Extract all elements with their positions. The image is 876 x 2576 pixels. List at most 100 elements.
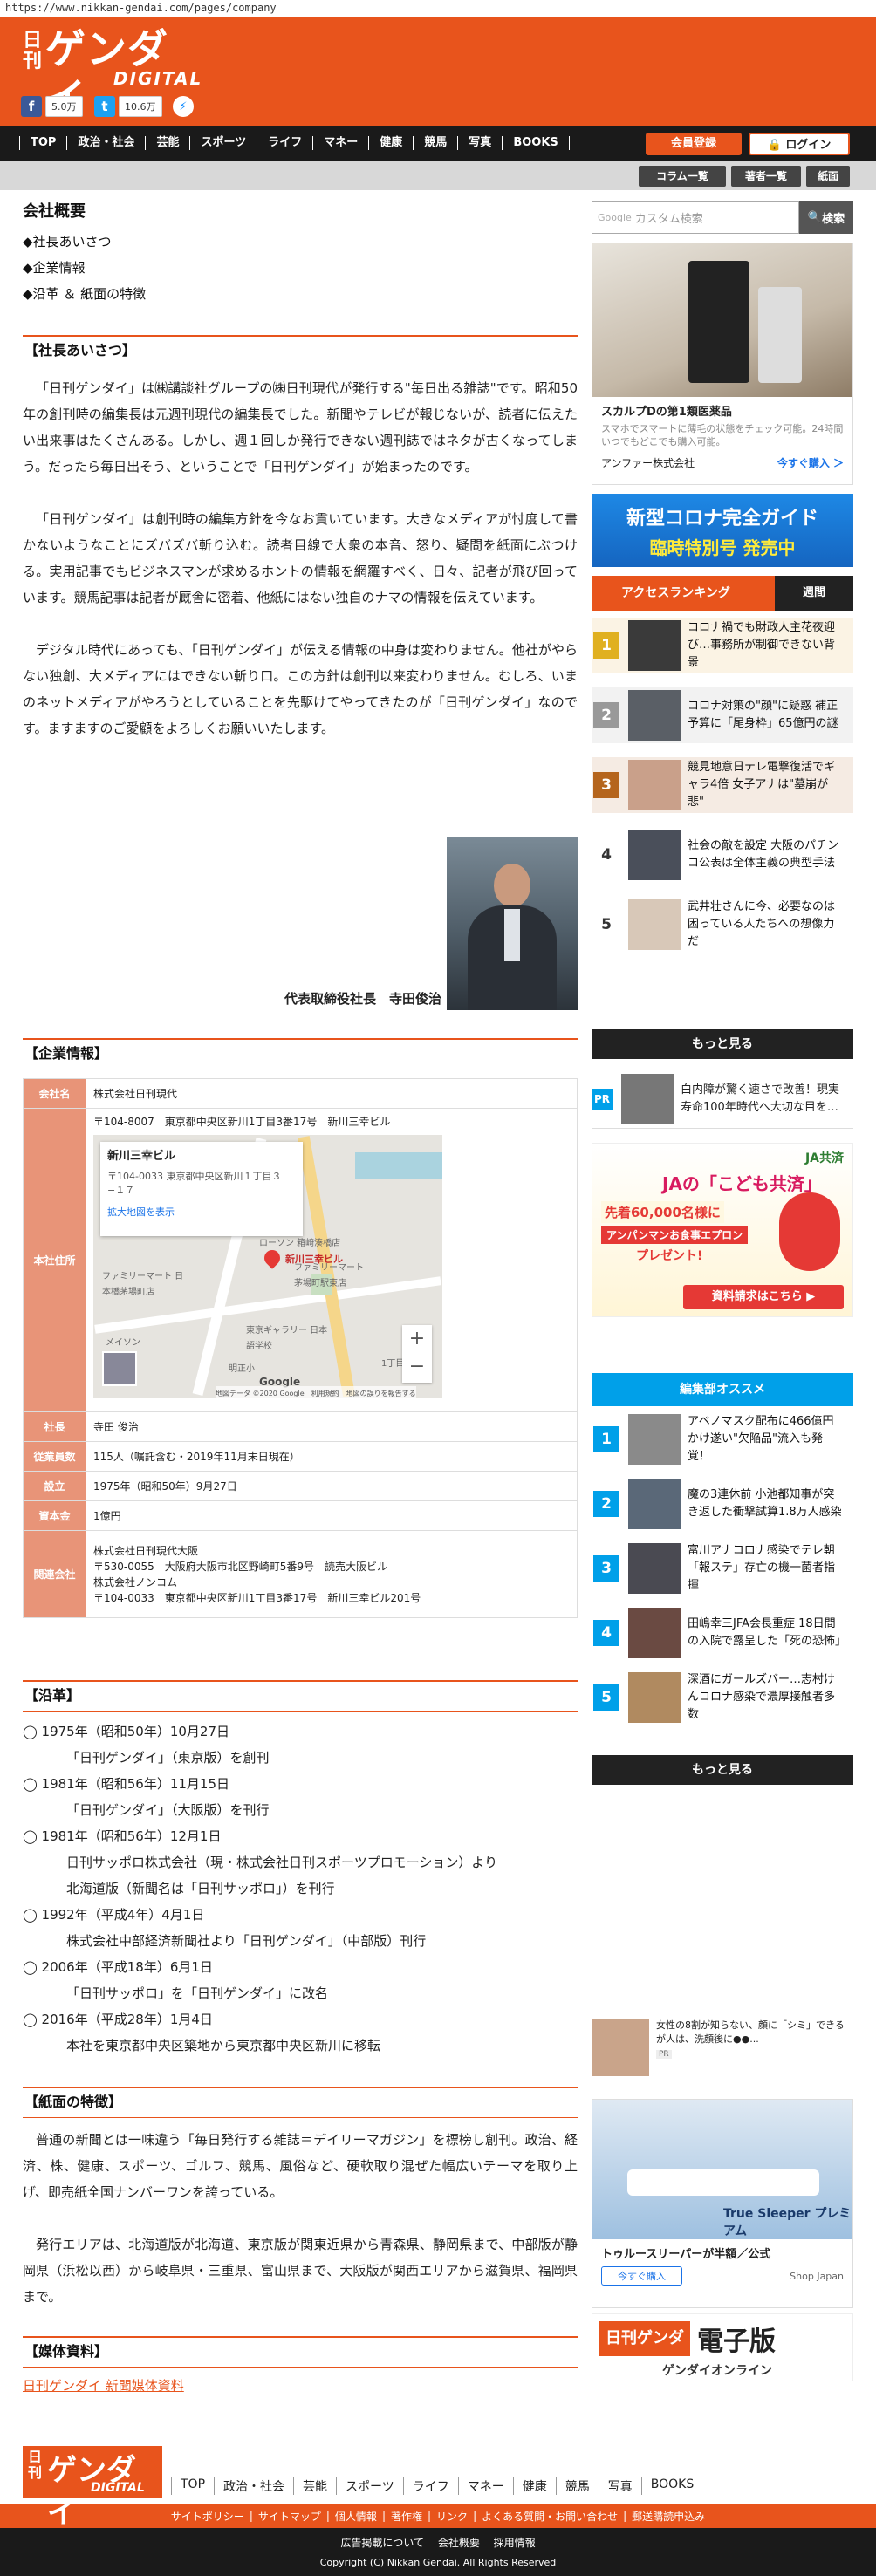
map-enlarge-link[interactable]: 拡大地図を表示 <box>107 1205 296 1220</box>
map-card-title: 新川三幸ビル <box>107 1150 176 1163</box>
anchor-company[interactable]: ◆企業情報 <box>23 255 578 281</box>
row-label: 設立 <box>23 1471 86 1501</box>
address-cell: 〒104-8007 東京都中央区新川1丁目3番17号 新川三幸ビル 新川三幸ビル… <box>86 1108 578 1412</box>
site-logo[interactable]: 日刊 ゲンダイ DIGITAL <box>23 24 201 121</box>
pr-item[interactable]: PR 白内障が驚く速さで改善！現実寿命100年時代へ大切な目を… <box>592 1069 853 1129</box>
footer-nav-item[interactable]: ライフ <box>402 2477 458 2495</box>
google-map[interactable]: 新川三幸ビル 〒104-0033 東京都中央区新川１丁目３−１７ 拡大地図を表示… <box>93 1135 442 1398</box>
ranking-thumbnail <box>628 690 681 741</box>
map-card-address: 〒104-0033 東京都中央区新川１丁目３−１７ <box>107 1171 282 1196</box>
footer-nav-item[interactable]: 写真 <box>598 2477 641 2495</box>
president-photo <box>447 837 578 1010</box>
greeting-heading: 【社長あいさつ】 <box>23 335 578 366</box>
recommend-item[interactable]: 2 魔の3連休前 小池都知事が突き返した衝撃試算1.8万人感染 <box>592 1476 853 1532</box>
zoom-in-icon[interactable]: + <box>402 1325 432 1353</box>
footer-link[interactable]: 会社概要 <box>433 2537 485 2549</box>
login-button[interactable]: 🔒 ログイン <box>749 133 850 155</box>
recommend-more-button[interactable]: もっと見る <box>592 1755 853 1785</box>
ad-cta[interactable]: 今すぐ購入 ＞ <box>777 455 844 470</box>
messenger-share[interactable]: ⚡ <box>173 96 194 117</box>
recommend-item[interactable]: 3 富川アナコロナ感染でテレ朝「報ステ」存亡の機一菌者指揮 <box>592 1541 853 1596</box>
footer-nav-item[interactable]: 競馬 <box>555 2477 599 2495</box>
digital-edition-banner[interactable]: 日刊ゲンダイ 電子版 ゲンダイオンライン <box>592 2313 853 2382</box>
nav-health[interactable]: 健康 <box>368 136 413 150</box>
recommend-item[interactable]: 5 深酒にガールズバー…志村けんコロナ感染で濃厚接触者多数 <box>592 1670 853 1725</box>
footer-nav-item[interactable]: BOOKS <box>640 2477 702 2495</box>
paper-button[interactable]: 紙面 <box>806 166 850 187</box>
footer-link[interactable]: リンク <box>431 2509 473 2524</box>
ranking-more-button[interactable]: もっと見る <box>592 1029 853 1059</box>
ranking-item[interactable]: 4 社会の敵を設定 大阪のパチンコ公表は全体主義の典型手法 <box>592 827 853 883</box>
nav-top[interactable]: TOP <box>19 136 66 150</box>
map-footer: 地図データ ©2020 Google 利用規約 地図の誤りを報告する <box>216 1386 416 1398</box>
site-footer: 日刊 ゲンダイ DIGITAL TOP 政治・社会 芸能 スポーツ ライフ マネ… <box>0 2439 876 2576</box>
nav-keiba[interactable]: 競馬 <box>413 136 457 150</box>
ranking-item[interactable]: 2 コロナ対策の"顔"に疑惑 補正予算に「尾身枠」65億円の謎 <box>592 687 853 743</box>
nav-money[interactable]: マネー <box>312 136 368 150</box>
footer-link[interactable]: サイトマップ <box>253 2509 326 2524</box>
footer-bottom: 広告掲載について 会社概要 採用情報 Copyright (C) Nikkan … <box>0 2528 876 2576</box>
footer-nav-item[interactable]: 政治・社会 <box>214 2477 293 2495</box>
kyosai-cta-button[interactable]: 資料請求はこちら ▶ <box>683 1285 844 1309</box>
corona-guide-banner[interactable]: 新型コロナ完全ガイド 臨時特別号 発売中 <box>592 494 853 567</box>
url-bar[interactable]: https://www.nikkan-gendai.com/pages/comp… <box>0 0 876 17</box>
footer-link[interactable]: よくある質問・お問い合わせ <box>476 2509 623 2524</box>
history-section: 【沿革】 ◯ 1975年（昭和50年）10月27日 「日刊ゲンダイ」（東京版）を… <box>23 1680 578 2059</box>
nav-politics[interactable]: 政治・社会 <box>66 136 145 150</box>
search-input[interactable]: Google カスタム検索 <box>592 201 799 234</box>
footer-link[interactable]: 個人情報 <box>330 2509 382 2524</box>
footer-nav-item[interactable]: TOP <box>171 2477 214 2495</box>
nav-books[interactable]: BOOKS <box>502 136 570 150</box>
recommend-thumbnail <box>628 1608 681 1658</box>
footer-link[interactable]: 採用情報 <box>489 2537 541 2549</box>
kyosai-gift: アンパンマンお食事エプロン <box>601 1226 749 1244</box>
table-row: 本社住所 〒104-8007 東京都中央区新川1丁目3番17号 新川三幸ビル 新… <box>23 1108 578 1412</box>
footer-link[interactable]: 著作権 <box>386 2509 428 2524</box>
footer-nav-item[interactable]: マネー <box>457 2477 513 2495</box>
ranking-item[interactable]: 3 競見地意日テレ電撃復活でギャラ4倍 女子アナは"墓崩が悲" <box>592 757 853 813</box>
row-label: 社長 <box>23 1411 86 1442</box>
nav-sports[interactable]: スポーツ <box>189 136 257 150</box>
ranking-text: 競見地意日テレ電撃復活でギャラ4倍 女子アナは"墓崩が悲" <box>688 761 836 809</box>
anchor-greeting[interactable]: ◆社長あいさつ <box>23 229 578 255</box>
footer-link[interactable]: 広告掲載について <box>335 2537 429 2549</box>
footer-nav-item[interactable]: 健康 <box>512 2477 556 2495</box>
recommend-item[interactable]: 4 田嶋幸三JFA会長重症 18日間の入院で露呈した「死の恐怖」 <box>592 1605 853 1661</box>
footer-nav-item[interactable]: 芸能 <box>293 2477 336 2495</box>
footer-link[interactable]: 郵送購読申込み <box>626 2509 710 2524</box>
twitter-share[interactable]: t 10.6万 <box>94 96 162 117</box>
small-ad-badge: PR <box>656 2050 672 2059</box>
satellite-toggle[interactable] <box>102 1351 137 1386</box>
ranking-item[interactable]: 5 武井壮さんに今、必要なのは困っている人たちへの想像力だ <box>592 897 853 953</box>
footer-link[interactable]: サイトポリシー <box>166 2509 250 2524</box>
map-info-card: 新川三幸ビル 〒104-0033 東京都中央区新川１丁目３−１７ 拡大地図を表示 <box>100 1142 303 1236</box>
ranking-item[interactable]: 1 コロナ禍でも財政人主花夜迎び…事務所が制御できない背景 <box>592 618 853 673</box>
nav-life[interactable]: ライフ <box>257 136 312 150</box>
company-section: 【企業情報】 会社名 株式会社日刊現代 本社住所 〒104-8007 東京都中央… <box>23 1038 578 1618</box>
ad-small-skin[interactable]: 女性の8割が知らない、顔に「シミ」できるが人は、洗顔後に●●... PR <box>592 2019 853 2081</box>
search-button[interactable]: 🔍 検索 <box>799 201 853 234</box>
author-list-button[interactable]: 著者一覧 <box>731 166 801 187</box>
ad-ja-kyosai[interactable]: JA共済 JAの「こども共済」 先着60,000名様に アンパンマンお食事エプロ… <box>592 1143 853 1317</box>
greeting-section: 【社長あいさつ】 「日刊ゲンダイ」は㈱講談社グループの㈱日刊現代が発行する"毎日… <box>23 335 578 741</box>
facebook-icon: f <box>21 96 42 117</box>
sidebar: Google カスタム検索 🔍 検索 <box>592 201 853 234</box>
recommend-item[interactable]: 1 アベノマスク配布に466億円かけ遂い"欠陥品"流入も発覚！ <box>592 1411 853 1467</box>
related-companies: 株式会社日刊現代大阪 〒530-0055 大阪府大阪市北区野崎町5番9号 読売大… <box>86 1530 578 1618</box>
facebook-share[interactable]: f 5.0万 <box>21 96 83 117</box>
footer-nav-item[interactable]: スポーツ <box>336 2477 403 2495</box>
footer-logo[interactable]: 日刊 ゲンダイ DIGITAL <box>23 2446 162 2531</box>
ranking-tab-weekly[interactable]: 週間 <box>775 576 853 611</box>
column-list-button[interactable]: コラム一覧 <box>639 166 726 187</box>
anchor-history[interactable]: ◆沿革 ＆ 紙面の特徴 <box>23 281 578 307</box>
register-button[interactable]: 会員登録 <box>646 133 742 155</box>
media-kit-link[interactable]: 日刊ゲンダイ 新聞媒体資料 <box>23 2376 578 2395</box>
recommend-text: 深酒にガールズバー…志村けんコロナ感染で濃厚接触者多数 <box>688 1673 836 1721</box>
history-date: ◯ 2006年（平成18年）6月1日 <box>23 1959 213 1975</box>
bed-ad-cta[interactable]: 今すぐ購入 <box>601 2266 682 2286</box>
ad-true-sleeper[interactable]: True Sleeper プレミアム トゥルースリーパーが半額／公式 今すぐ購入… <box>592 2099 853 2308</box>
zoom-out-icon[interactable]: − <box>402 1353 432 1381</box>
nav-entertainment[interactable]: 芸能 <box>145 136 189 150</box>
ad-scalpd[interactable]: スカルプDの第1類医薬品 スマホでスマートに薄毛の状態をチェック可能。24時間い… <box>592 243 853 485</box>
nav-photo[interactable]: 写真 <box>457 136 502 150</box>
